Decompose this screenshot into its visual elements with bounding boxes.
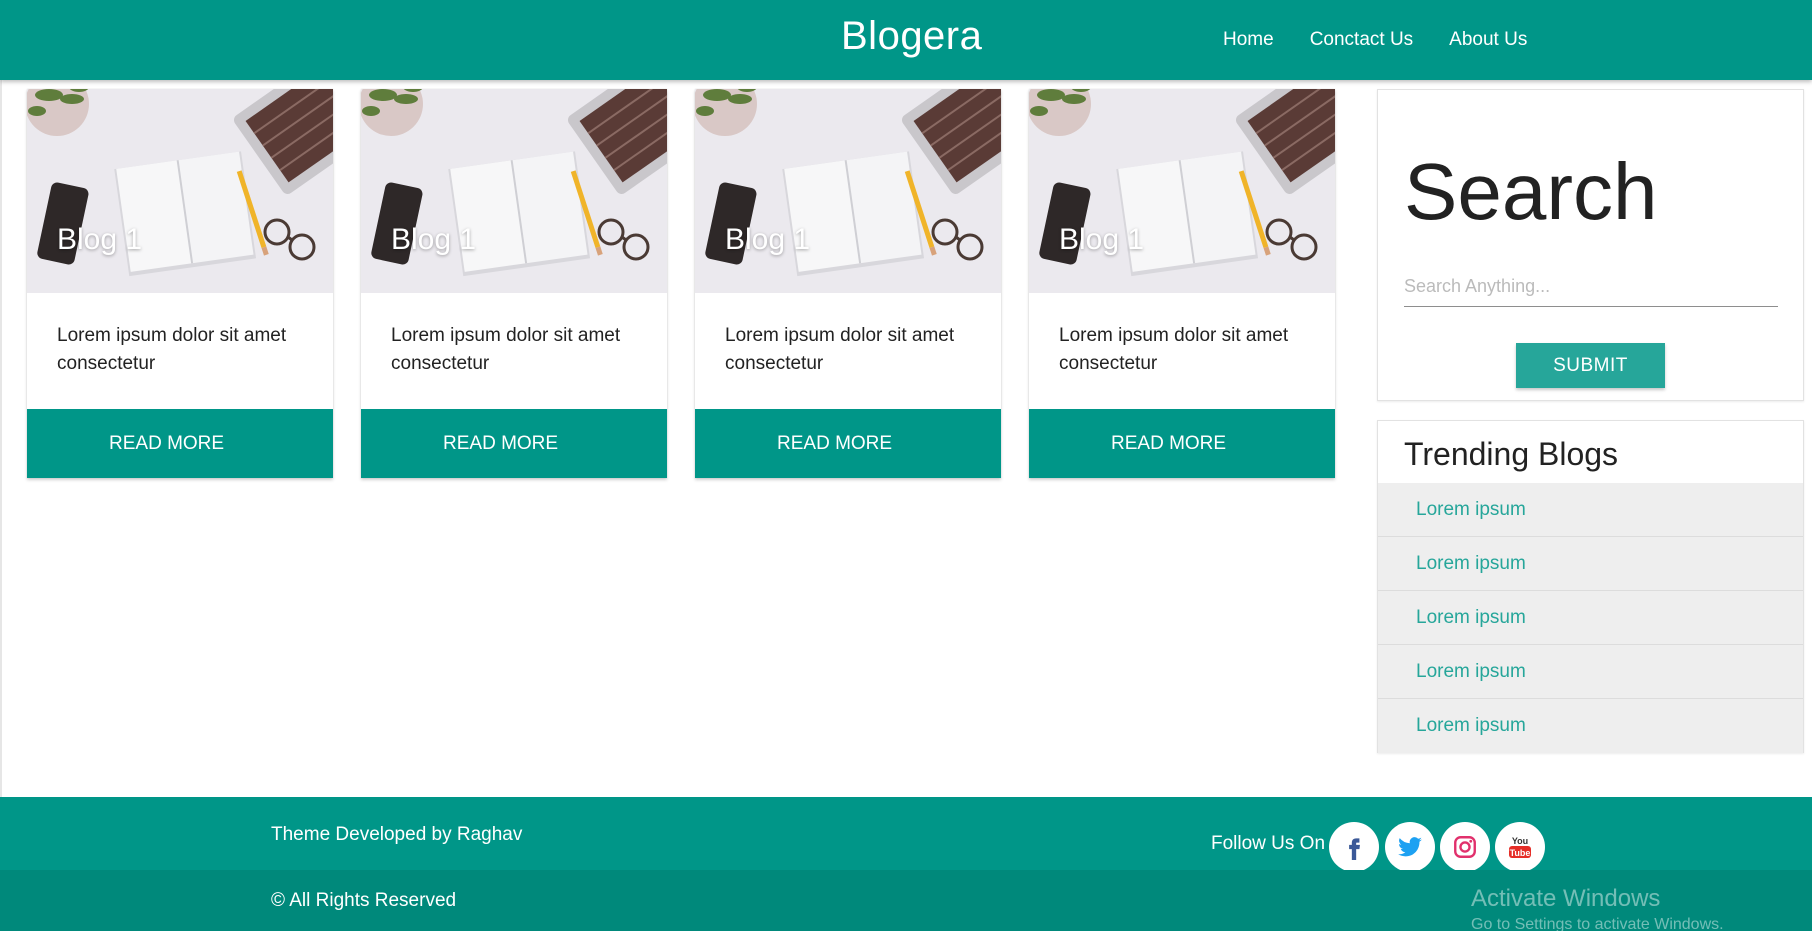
blog-card: Blog 1 Lorem ipsum dolor sit amet consec… bbox=[27, 89, 333, 478]
trending-item[interactable]: Lorem ipsum bbox=[1378, 645, 1803, 699]
blog-card: Blog 1 Lorem ipsum dolor sit amet consec… bbox=[695, 89, 1001, 478]
read-more-button[interactable]: READ MORE bbox=[1029, 409, 1335, 478]
desk-photo-illustration bbox=[27, 89, 333, 293]
svg-text:You: You bbox=[1512, 836, 1528, 846]
submit-button[interactable]: SUBMIT bbox=[1516, 343, 1665, 388]
follow-label: Follow Us On bbox=[1211, 833, 1326, 854]
facebook-icon[interactable] bbox=[1329, 822, 1379, 872]
activate-windows-subtext: Go to Settings to activate Windows. bbox=[1471, 916, 1724, 931]
trending-panel: Trending Blogs Lorem ipsum Lorem ipsum L… bbox=[1377, 420, 1804, 753]
trending-item[interactable]: Lorem ipsum bbox=[1378, 483, 1803, 537]
search-heading: Search bbox=[1404, 147, 1658, 236]
activate-windows-watermark: Activate Windows bbox=[1471, 885, 1661, 912]
blog-card-title: Blog 1 bbox=[1059, 223, 1145, 256]
search-input[interactable] bbox=[1404, 267, 1778, 307]
read-more-button[interactable]: READ MORE bbox=[361, 409, 667, 478]
read-more-button[interactable]: READ MORE bbox=[695, 409, 1001, 478]
trending-list: Lorem ipsum Lorem ipsum Lorem ipsum Lore… bbox=[1378, 483, 1803, 753]
desk-photo-illustration bbox=[1029, 89, 1335, 293]
nav-link-home[interactable]: Home bbox=[1205, 29, 1292, 51]
brand-logo[interactable]: Blogera bbox=[841, 14, 982, 59]
read-more-button[interactable]: READ MORE bbox=[27, 409, 333, 478]
blog-card-excerpt: Lorem ipsum dolor sit amet consectetur bbox=[725, 325, 955, 374]
page-border bbox=[0, 80, 2, 797]
nav-link-about[interactable]: About Us bbox=[1431, 29, 1545, 51]
youtube-icon[interactable]: You Tube bbox=[1495, 822, 1545, 872]
blog-card-image: Blog 1 bbox=[1029, 89, 1335, 293]
trending-item[interactable]: Lorem ipsum bbox=[1378, 537, 1803, 591]
blog-card-title: Blog 1 bbox=[57, 223, 143, 256]
footer-credit: Theme Developed by Raghav bbox=[271, 824, 523, 845]
footer-bottom-bar: © All Rights Reserved Activate Windows G… bbox=[0, 870, 1812, 931]
blog-card: Blog 1 Lorem ipsum dolor sit amet consec… bbox=[361, 89, 667, 478]
blog-cards: Blog 1 Lorem ipsum dolor sit amet consec… bbox=[27, 89, 1335, 478]
blog-card-title: Blog 1 bbox=[725, 223, 811, 256]
svg-text:Tube: Tube bbox=[1510, 848, 1531, 858]
instagram-icon[interactable] bbox=[1440, 822, 1490, 872]
search-panel: Search SUBMIT bbox=[1377, 89, 1804, 401]
blog-card-excerpt: Lorem ipsum dolor sit amet consectetur bbox=[391, 325, 621, 374]
blog-card-excerpt: Lorem ipsum dolor sit amet consectetur bbox=[57, 325, 287, 374]
blog-card-title: Blog 1 bbox=[391, 223, 477, 256]
blog-card-image: Blog 1 bbox=[361, 89, 667, 293]
nav-links: Home Conctact Us About Us bbox=[1205, 0, 1545, 80]
twitter-icon[interactable] bbox=[1385, 822, 1435, 872]
blog-card-excerpt: Lorem ipsum dolor sit amet consectetur bbox=[1059, 325, 1289, 374]
navbar: Blogera Home Conctact Us About Us bbox=[0, 0, 1812, 80]
footer: Theme Developed by Raghav Follow Us On Y… bbox=[0, 797, 1812, 872]
nav-link-contact[interactable]: Conctact Us bbox=[1292, 29, 1431, 51]
trending-heading: Trending Blogs bbox=[1404, 436, 1619, 472]
trending-item[interactable]: Lorem ipsum bbox=[1378, 699, 1803, 753]
desk-photo-illustration bbox=[695, 89, 1001, 293]
blog-card-image: Blog 1 bbox=[695, 89, 1001, 293]
blog-card-image: Blog 1 bbox=[27, 89, 333, 293]
copyright-text: © All Rights Reserved bbox=[271, 890, 457, 911]
trending-item[interactable]: Lorem ipsum bbox=[1378, 591, 1803, 645]
blog-card: Blog 1 Lorem ipsum dolor sit amet consec… bbox=[1029, 89, 1335, 478]
desk-photo-illustration bbox=[361, 89, 667, 293]
